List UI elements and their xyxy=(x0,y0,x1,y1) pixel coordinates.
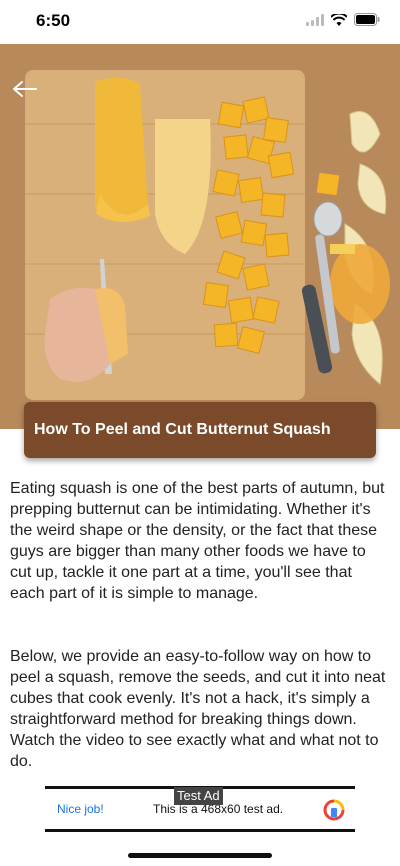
article-body: Eating squash is one of the best parts o… xyxy=(10,478,390,772)
hero-image xyxy=(0,44,400,429)
status-bar: 6:50 xyxy=(0,0,400,44)
ad-cta[interactable]: Nice job! xyxy=(57,802,104,816)
back-button[interactable] xyxy=(8,74,42,104)
article-title: How To Peel and Cut Butternut Squash xyxy=(34,421,331,438)
article-paragraph: Below, we provide an easy-to-follow way … xyxy=(10,648,386,770)
wifi-icon xyxy=(331,13,347,26)
butternut-squash-photo xyxy=(0,44,400,429)
signal-icon xyxy=(306,13,324,26)
battery-icon xyxy=(354,13,380,26)
home-indicator[interactable] xyxy=(128,853,272,858)
ad-label: Test Ad xyxy=(174,787,223,805)
article-paragraph: Eating squash is one of the best parts o… xyxy=(10,480,385,602)
title-banner: How To Peel and Cut Butternut Squash xyxy=(24,402,376,458)
status-icons xyxy=(306,13,380,26)
ad-logo-icon xyxy=(323,799,345,821)
back-arrow-icon xyxy=(13,81,37,97)
status-time: 6:50 xyxy=(36,11,71,30)
